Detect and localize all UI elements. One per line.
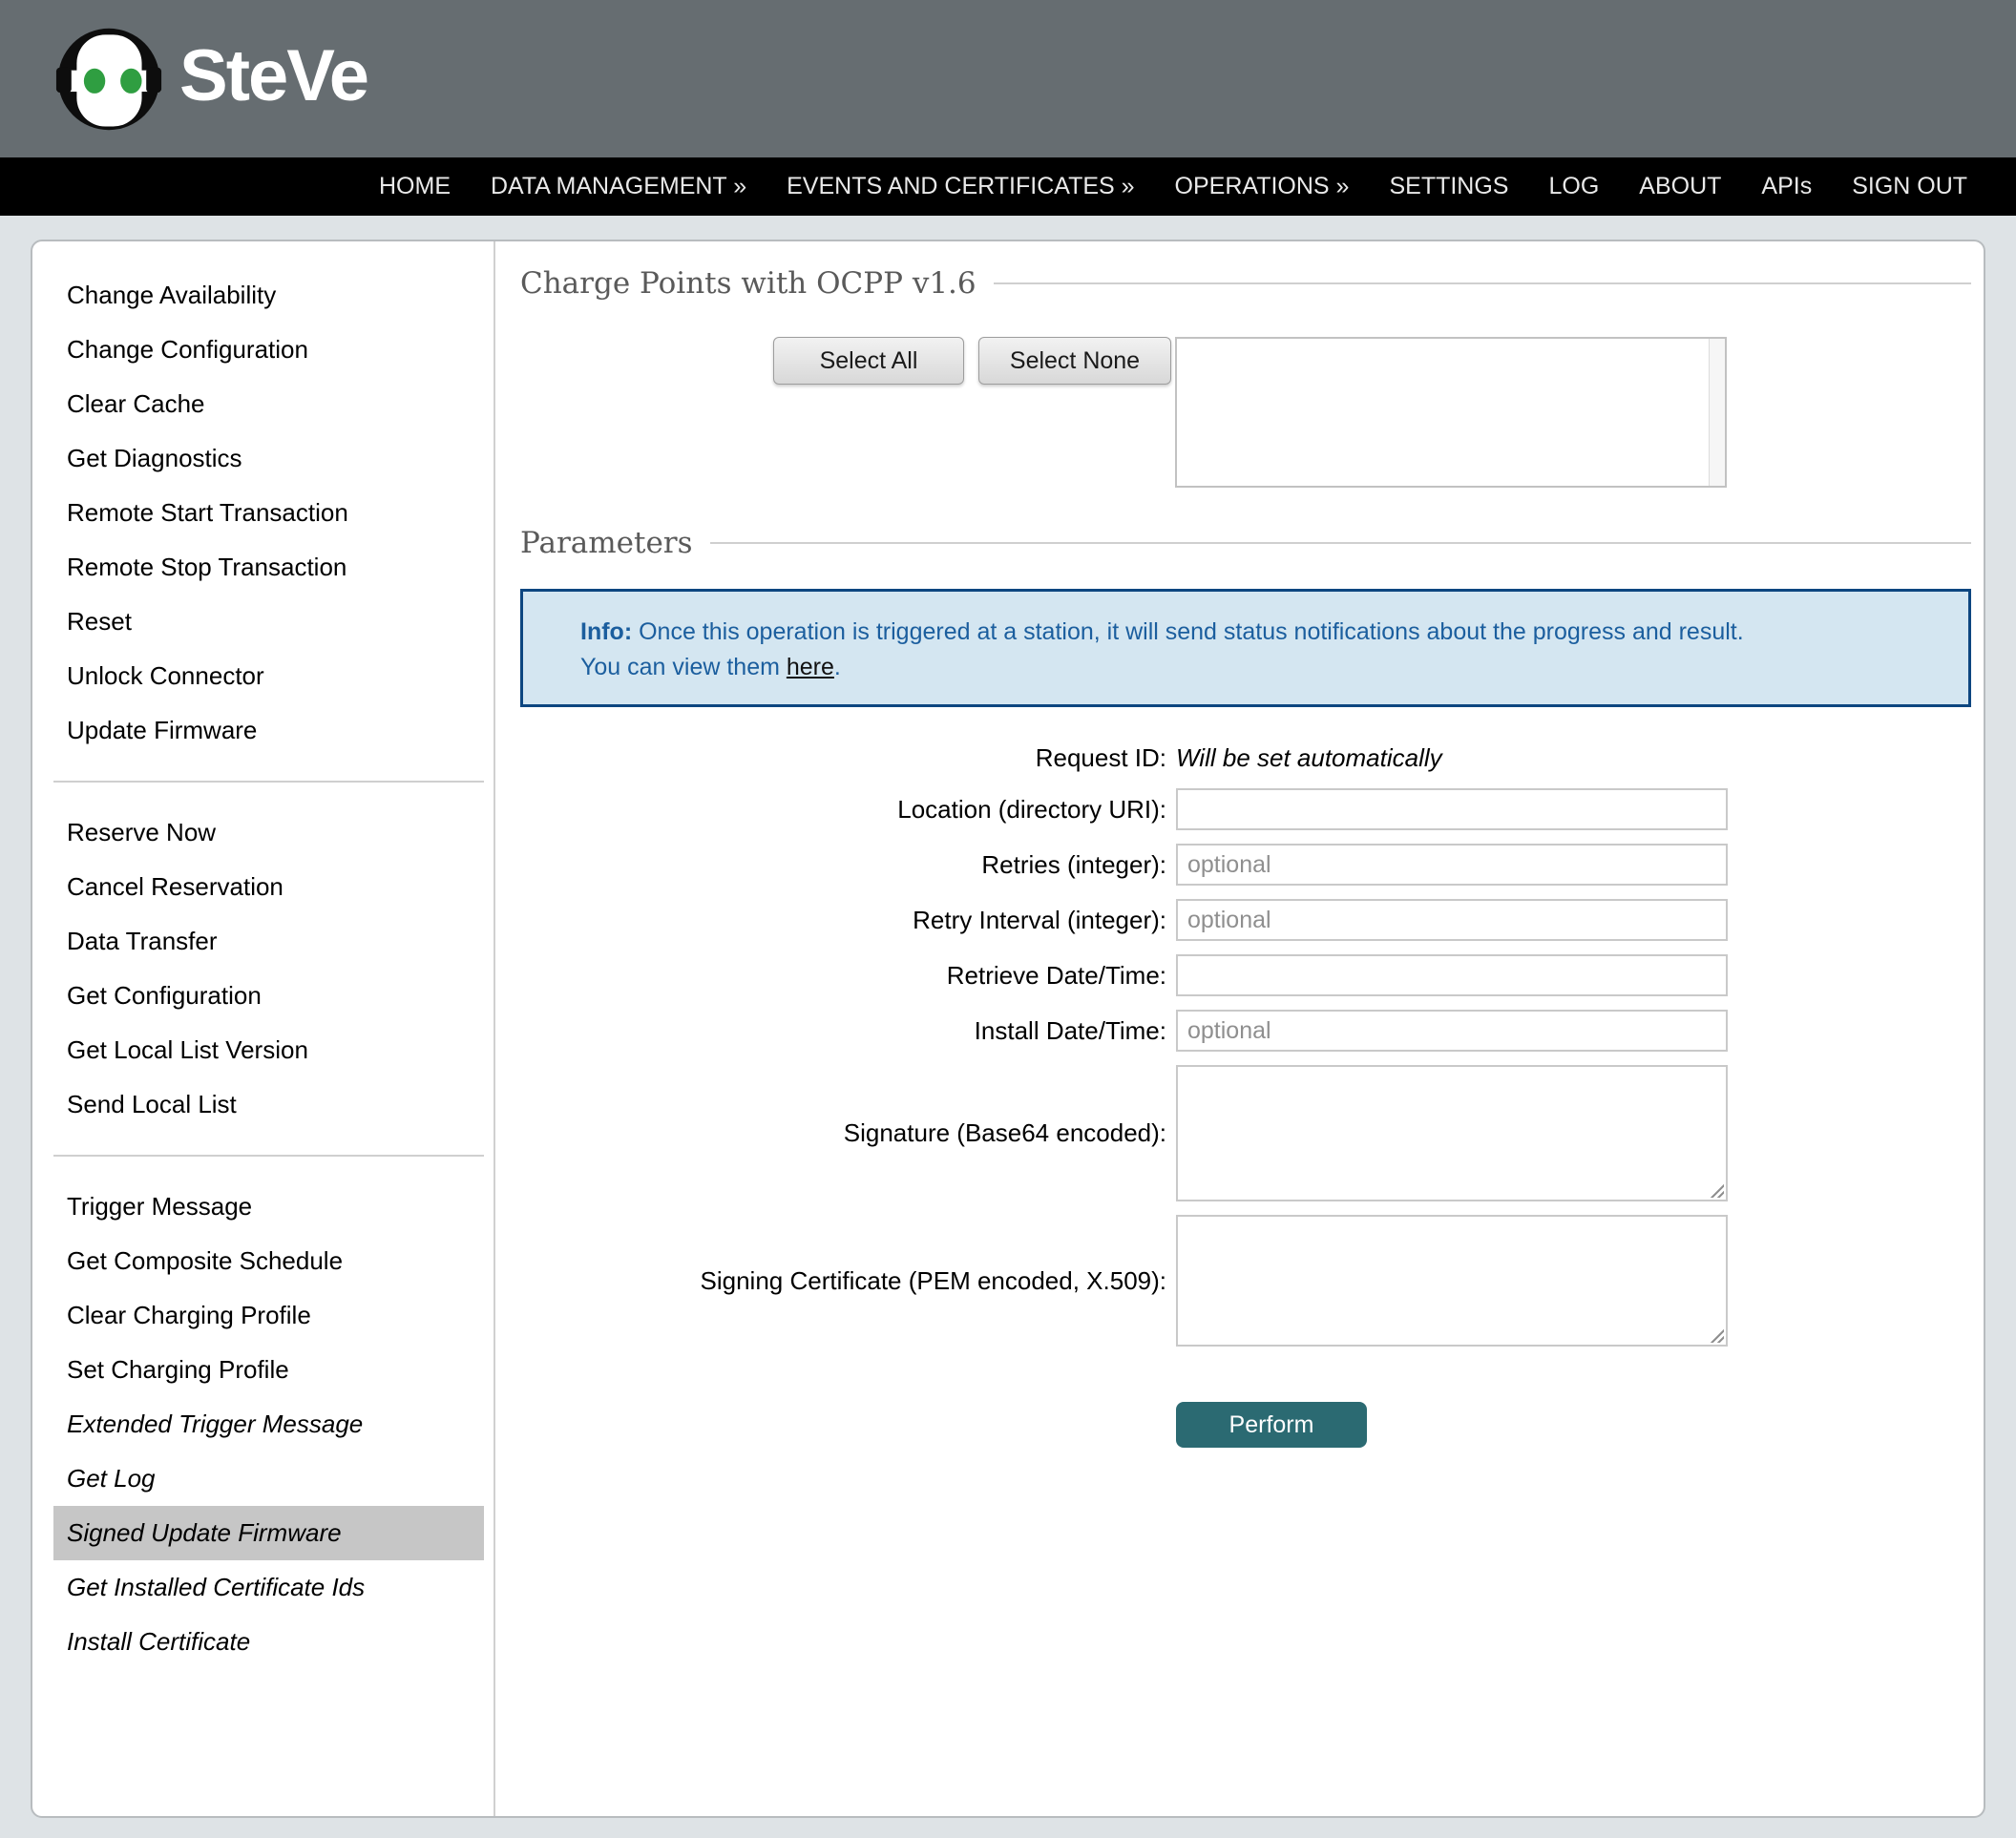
here-link[interactable]: here [787, 654, 834, 680]
info-box: Info: Once this operation is triggered a… [520, 589, 1971, 707]
nav-events-and-certificates[interactable]: EVENTS AND CERTIFICATES » [787, 157, 1134, 216]
info-line1: Once this operation is triggered at a st… [639, 618, 1744, 645]
perform-row: Perform [1176, 1402, 1971, 1448]
steve-logo[interactable]: SteVe [55, 26, 368, 133]
retrieve-datetime-label: Retrieve Date/Time: [520, 961, 1176, 991]
sidebar-item-install-certificate[interactable]: Install Certificate [53, 1615, 484, 1669]
charge-points-section-header: Charge Points with OCPP v1.6 [520, 266, 1971, 301]
signing-certificate-label: Signing Certificate (PEM encoded, X.509)… [520, 1266, 1176, 1296]
sidebar-item-get-configuration[interactable]: Get Configuration [53, 969, 484, 1023]
parameters-title: Parameters [520, 526, 693, 560]
signing-certificate-textarea[interactable] [1176, 1215, 1728, 1347]
signing-certificate-row: Signing Certificate (PEM encoded, X.509)… [520, 1215, 1728, 1347]
nav-log[interactable]: LOG [1548, 157, 1599, 216]
retry-interval-label: Retry Interval (integer): [520, 906, 1176, 935]
retries-label: Retries (integer): [520, 850, 1176, 880]
sidebar-item-get-installed-certificate-ids[interactable]: Get Installed Certificate Ids [53, 1560, 484, 1615]
retrieve-datetime-input[interactable] [1176, 954, 1728, 996]
sidebar-item-change-configuration[interactable]: Change Configuration [53, 323, 484, 377]
operations-sidebar: Change Availability Change Configuration… [32, 241, 495, 1816]
install-datetime-label: Install Date/Time: [520, 1016, 1176, 1046]
brand-text: SteVe [179, 34, 368, 117]
nav-settings[interactable]: SETTINGS [1389, 157, 1508, 216]
sidebar-group-core: Change Availability Change Configuration… [53, 268, 484, 758]
content-area: Charge Points with OCPP v1.6 Select All … [495, 241, 1988, 1816]
sidebar-item-remote-stop-transaction[interactable]: Remote Stop Transaction [53, 540, 484, 595]
sidebar-item-update-firmware[interactable]: Update Firmware [53, 703, 484, 758]
location-label: Location (directory URI): [520, 795, 1176, 825]
request-id-value: Will be set automatically [1176, 743, 1728, 773]
parameters-form: Request ID: Will be set automatically Lo… [520, 743, 1971, 1448]
sidebar-item-unlock-connector[interactable]: Unlock Connector [53, 649, 484, 703]
sidebar-item-get-local-list-version[interactable]: Get Local List Version [53, 1023, 484, 1077]
section-rule [710, 542, 1971, 544]
main-panel: Change Availability Change Configuration… [31, 240, 1985, 1818]
listbox-scrollbar[interactable] [1709, 339, 1725, 486]
sidebar-item-send-local-list[interactable]: Send Local List [53, 1077, 484, 1132]
charge-point-selection-row: Select All Select None [773, 337, 1971, 488]
sidebar-item-data-transfer[interactable]: Data Transfer [53, 914, 484, 969]
info-prefix: Info: [580, 618, 632, 645]
sidebar-item-reserve-now[interactable]: Reserve Now [53, 805, 484, 860]
retry-interval-input[interactable] [1176, 899, 1728, 941]
info-line2-after: . [834, 654, 841, 680]
sidebar-item-get-composite-schedule[interactable]: Get Composite Schedule [53, 1234, 484, 1288]
location-input[interactable] [1176, 788, 1728, 830]
app-header: SteVe [0, 0, 2016, 157]
nav-home[interactable]: HOME [379, 157, 451, 216]
charge-point-listbox[interactable] [1175, 337, 1727, 488]
nav-apis[interactable]: APIs [1761, 157, 1812, 216]
sidebar-item-get-log[interactable]: Get Log [53, 1452, 484, 1506]
sidebar-item-set-charging-profile[interactable]: Set Charging Profile [53, 1343, 484, 1397]
signature-textarea[interactable] [1176, 1065, 1728, 1201]
sidebar-item-signed-update-firmware[interactable]: Signed Update Firmware [53, 1506, 484, 1560]
main-nav: HOME DATA MANAGEMENT » EVENTS AND CERTIF… [0, 157, 2016, 216]
sidebar-group-advanced: Trigger Message Get Composite Schedule C… [53, 1180, 484, 1669]
sidebar-item-reset[interactable]: Reset [53, 595, 484, 649]
sidebar-item-trigger-message[interactable]: Trigger Message [53, 1180, 484, 1234]
request-id-label: Request ID: [520, 743, 1176, 773]
retrieve-datetime-row: Retrieve Date/Time: [520, 954, 1728, 996]
install-datetime-input[interactable] [1176, 1010, 1728, 1052]
retry-interval-row: Retry Interval (integer): [520, 899, 1728, 941]
sidebar-divider [53, 781, 484, 783]
sidebar-item-cancel-reservation[interactable]: Cancel Reservation [53, 860, 484, 914]
sidebar-item-extended-trigger-message[interactable]: Extended Trigger Message [53, 1397, 484, 1452]
charge-points-title: Charge Points with OCPP v1.6 [520, 266, 976, 301]
sidebar-group-reservation: Reserve Now Cancel Reservation Data Tran… [53, 805, 484, 1132]
nav-sign-out[interactable]: SIGN OUT [1852, 157, 1967, 216]
sidebar-item-clear-cache[interactable]: Clear Cache [53, 377, 484, 431]
sidebar-divider [53, 1155, 484, 1157]
select-none-button[interactable]: Select None [978, 337, 1171, 385]
parameters-section-header: Parameters [520, 526, 1971, 560]
perform-button[interactable]: Perform [1176, 1402, 1367, 1448]
nav-data-management[interactable]: DATA MANAGEMENT » [491, 157, 746, 216]
request-id-row: Request ID: Will be set automatically [520, 743, 1728, 773]
signature-row: Signature (Base64 encoded): [520, 1065, 1728, 1201]
select-all-button[interactable]: Select All [773, 337, 964, 385]
nav-about[interactable]: ABOUT [1639, 157, 1721, 216]
nav-operations[interactable]: OPERATIONS » [1175, 157, 1350, 216]
install-datetime-row: Install Date/Time: [520, 1010, 1728, 1052]
sidebar-item-get-diagnostics[interactable]: Get Diagnostics [53, 431, 484, 486]
info-line2-before: You can view them [580, 654, 787, 680]
robot-head-icon [55, 26, 162, 133]
section-rule [994, 282, 1971, 284]
location-row: Location (directory URI): [520, 788, 1728, 830]
retries-row: Retries (integer): [520, 844, 1728, 886]
sidebar-item-change-availability[interactable]: Change Availability [53, 268, 484, 323]
sidebar-item-clear-charging-profile[interactable]: Clear Charging Profile [53, 1288, 484, 1343]
signature-label: Signature (Base64 encoded): [520, 1118, 1176, 1148]
retries-input[interactable] [1176, 844, 1728, 886]
sidebar-item-remote-start-transaction[interactable]: Remote Start Transaction [53, 486, 484, 540]
